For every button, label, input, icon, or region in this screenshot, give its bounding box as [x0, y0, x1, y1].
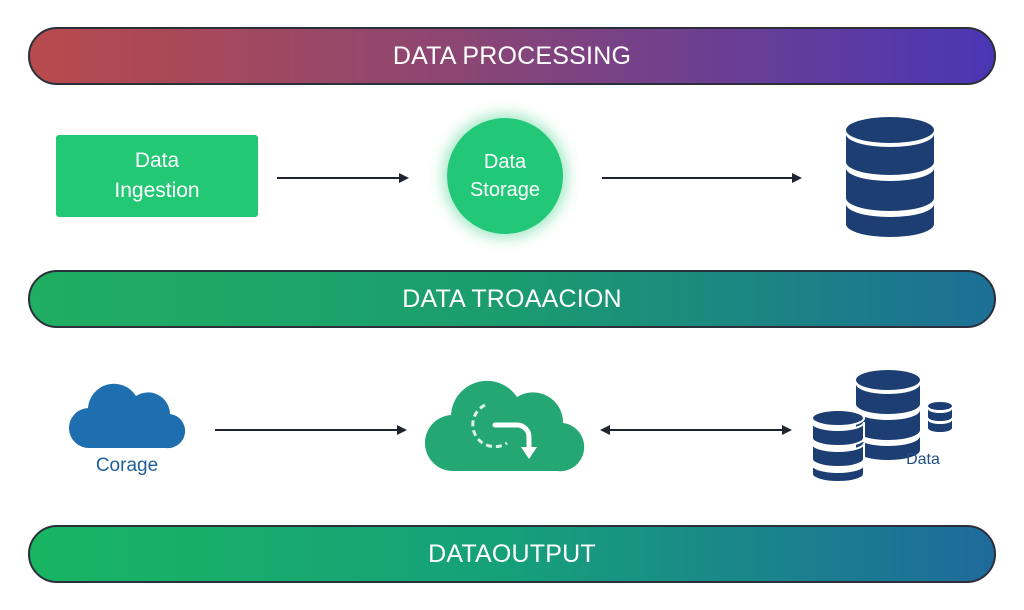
storage-to-database-arrow: [602, 173, 802, 183]
data-output-banner: DATAOUTPUT: [28, 525, 996, 583]
data-storage-circle: Data Storage: [447, 118, 563, 234]
cloud-storage-label: Corage: [95, 455, 159, 476]
ingestion-line-1: Data: [134, 149, 180, 172]
data-transformation-banner: DATA TROAACION: [28, 270, 996, 328]
data-output-label: DATAOUTPUT: [428, 539, 596, 568]
diagram-canvas: DATA PROCESSING Data Ingestion Data Stor…: [0, 0, 1024, 610]
cloud-to-transform-arrow: [215, 425, 407, 435]
ingestion-to-storage-arrow: [277, 173, 409, 183]
storage-line-1: Data: [483, 151, 527, 173]
storage-line-2: Storage: [469, 179, 541, 201]
data-transformation-label: DATA TROAACION: [402, 284, 622, 313]
cloud-transfer-icon: [425, 380, 585, 472]
database-icon: [846, 117, 934, 237]
bidirectional-arrow: [600, 425, 792, 435]
ingestion-line-2: Ingestion: [114, 179, 200, 202]
data-ingestion-box: Data Ingestion: [56, 135, 258, 217]
cloud-icon: [68, 383, 186, 449]
data-stack-label: Data: [906, 451, 940, 468]
data-processing-label: DATA PROCESSING: [392, 41, 632, 70]
data-processing-banner: DATA PROCESSING: [28, 27, 996, 85]
